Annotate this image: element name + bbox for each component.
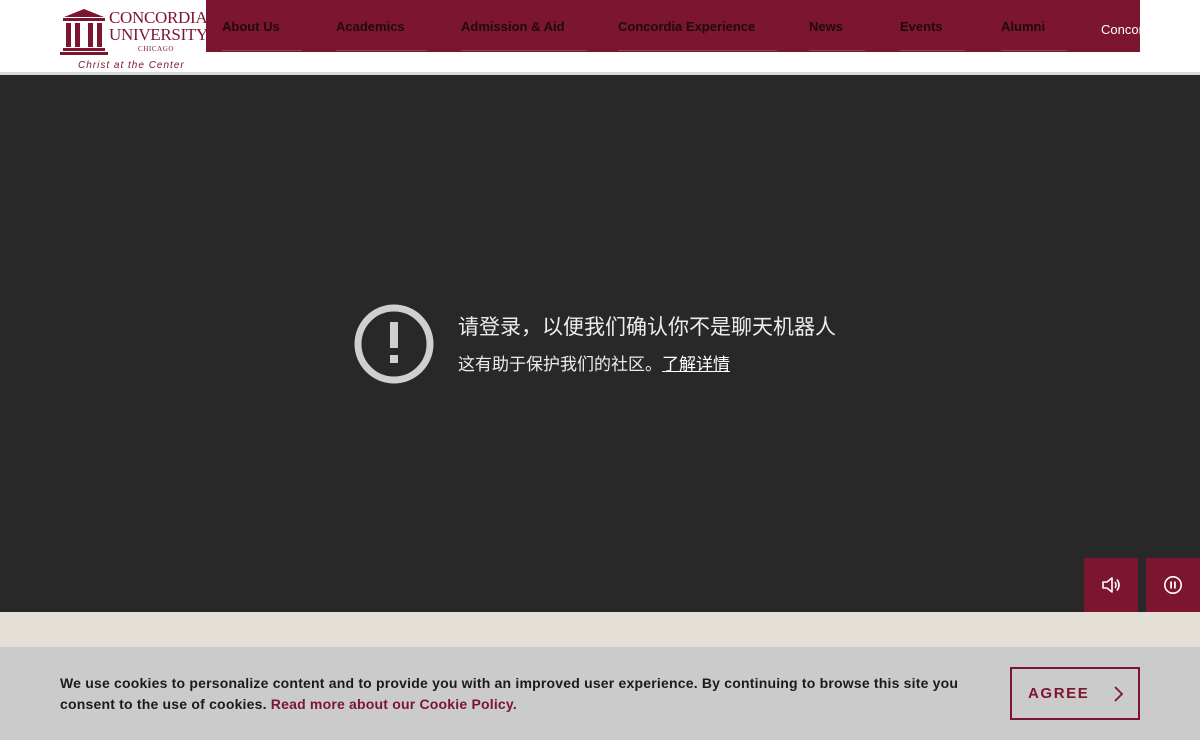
logo-tagline: Christ at the Center [78, 60, 185, 71]
learn-more-link[interactable]: 了解详情 [662, 355, 730, 375]
cookie-banner: We use cookies to personalize content an… [0, 647, 1200, 740]
site-header: CONCORDIA UNIVERSITY CHICAGO Christ at t… [0, 0, 1200, 75]
chevron-right-icon [1114, 686, 1124, 702]
site-logo[interactable]: CONCORDIA UNIVERSITY CHICAGO Christ at t… [60, 6, 208, 72]
nav-item-academics[interactable]: Academics [336, 19, 427, 51]
agree-button[interactable]: AGREE [1010, 667, 1140, 720]
nav-item-news[interactable]: News [809, 19, 865, 51]
main-nav: About Us Academics Admission & Aid Conco… [206, 4, 1140, 52]
page: CONCORDIA UNIVERSITY CHICAGO Christ at t… [0, 0, 1200, 740]
hero-subtitle-text: 这有助于保护我们的社区。 [458, 355, 662, 375]
exclamation-circle-icon [354, 304, 434, 384]
hero-title: 请登录，以便我们确认你不是聊天机器人 [458, 315, 836, 339]
content-band [0, 612, 1200, 647]
nav-item-alumni[interactable]: Alumni [1001, 19, 1068, 51]
nav-item-concordia-experience[interactable]: Concordia Experience [618, 19, 778, 51]
volume-icon [1102, 577, 1120, 593]
cookie-policy-link[interactable]: Read more about our Cookie Policy. [271, 696, 517, 712]
logo-text-line2: UNIVERSITY [109, 25, 208, 44]
cookie-message: We use cookies to personalize content an… [60, 673, 1005, 715]
nav-item-events[interactable]: Events [900, 19, 965, 51]
nav-item-admission-aid[interactable]: Admission & Aid [461, 19, 586, 51]
volume-button[interactable] [1084, 558, 1138, 612]
logo-city: CHICAGO [138, 45, 175, 53]
columns-logo-icon [60, 9, 108, 55]
hero-subtitle: 这有助于保护我们的社区。了解详情 [458, 350, 730, 375]
nav-item-about-us[interactable]: About Us [222, 19, 302, 51]
nav-item-concordia-connect[interactable]: Concordia Connect [1101, 20, 1140, 60]
pause-button[interactable] [1146, 558, 1200, 612]
pause-icon [1164, 576, 1182, 594]
agree-label: AGREE [1028, 685, 1090, 702]
hero-video-area: 请登录，以便我们确认你不是聊天机器人 这有助于保护我们的社区。了解详情 [0, 75, 1200, 612]
